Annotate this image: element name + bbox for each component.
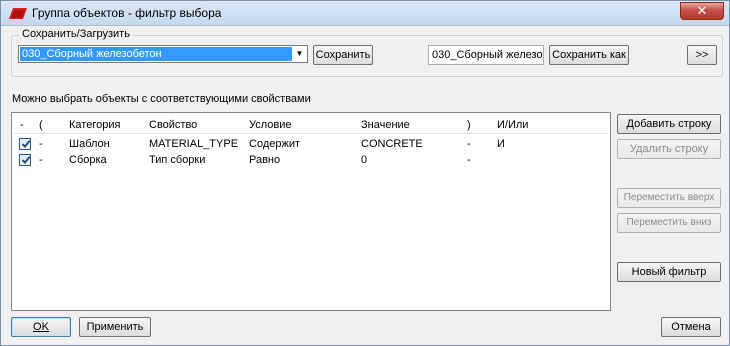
table-row[interactable]: - Сборка Тип сборки Равно 0 - <box>12 153 610 169</box>
row-dash: - <box>39 138 43 150</box>
hint-text: Можно выбрать объекты с соответствующими… <box>12 93 311 105</box>
header-divider <box>14 133 608 134</box>
save-as-name-field[interactable]: 030_Сборный железо <box>428 45 544 65</box>
dialog-window: Группа объектов - фильтр выбора ✕ Сохран… <box>0 0 730 346</box>
row-checkbox[interactable] <box>19 138 31 150</box>
new-filter-button[interactable]: Новый фильтр <box>617 262 721 282</box>
add-row-button[interactable]: Добавить строку <box>617 114 721 134</box>
filter-table[interactable]: - ( Категория Свойство Условие Значение … <box>11 112 611 311</box>
column-header-dash[interactable]: - <box>20 119 24 131</box>
row-dash: - <box>39 154 43 166</box>
close-icon: ✕ <box>696 3 708 18</box>
window-title: Группа объектов - фильтр выбора <box>32 6 222 20</box>
row-property[interactable]: Тип сборки <box>149 154 205 166</box>
row-condition[interactable]: Равно <box>249 154 280 166</box>
save-load-group-label: Сохранить/Загрузить <box>19 28 133 40</box>
checkmark-icon <box>21 156 31 164</box>
move-down-button[interactable]: Переместить вниз <box>617 213 721 233</box>
column-header-open-paren[interactable]: ( <box>39 119 43 131</box>
close-button[interactable]: ✕ <box>680 2 724 20</box>
row-value[interactable]: CONCRETE <box>361 138 423 150</box>
expand-button[interactable]: >> <box>687 45 717 65</box>
chevron-down-icon[interactable]: ▼ <box>293 47 306 61</box>
move-up-button[interactable]: Переместить вверх <box>617 188 721 208</box>
filter-select-value: 030_Сборный железобетон <box>20 47 292 61</box>
column-header-category[interactable]: Категория <box>69 119 120 131</box>
checkmark-icon <box>21 140 31 148</box>
row-and-or[interactable]: И <box>497 138 505 150</box>
column-header-property[interactable]: Свойство <box>149 119 197 131</box>
save-as-button[interactable]: Сохранить как <box>549 45 629 65</box>
row-condition[interactable]: Содержит <box>249 138 300 150</box>
column-header-and-or[interactable]: И/Или <box>497 119 528 131</box>
filter-select[interactable]: 030_Сборный железобетон ▼ <box>18 45 308 63</box>
row-checkbox[interactable] <box>19 154 31 166</box>
delete-row-button[interactable]: Удалить строку <box>617 139 721 159</box>
row-category[interactable]: Сборка <box>69 154 107 166</box>
table-row[interactable]: - Шаблон MATERIAL_TYPE Содержит CONCRETE… <box>12 137 610 153</box>
title-bar[interactable]: Группа объектов - фильтр выбора ✕ <box>1 1 729 26</box>
row-value[interactable]: 0 <box>361 154 367 166</box>
save-button[interactable]: Сохранить <box>313 45 373 65</box>
cancel-button[interactable]: Отмена <box>661 317 721 337</box>
ok-button-label: OK <box>33 321 49 333</box>
column-header-close-paren[interactable]: ) <box>467 119 471 131</box>
column-header-condition[interactable]: Условие <box>249 119 292 131</box>
row-property[interactable]: MATERIAL_TYPE <box>149 138 238 150</box>
column-header-value[interactable]: Значение <box>361 119 410 131</box>
ok-button[interactable]: OK <box>11 317 71 337</box>
row-close-paren[interactable]: - <box>467 154 471 166</box>
row-category[interactable]: Шаблон <box>69 138 110 150</box>
row-close-paren[interactable]: - <box>467 138 471 150</box>
apply-button[interactable]: Применить <box>79 317 151 337</box>
app-icon <box>9 8 27 19</box>
apply-button-label: Применить <box>86 321 144 333</box>
